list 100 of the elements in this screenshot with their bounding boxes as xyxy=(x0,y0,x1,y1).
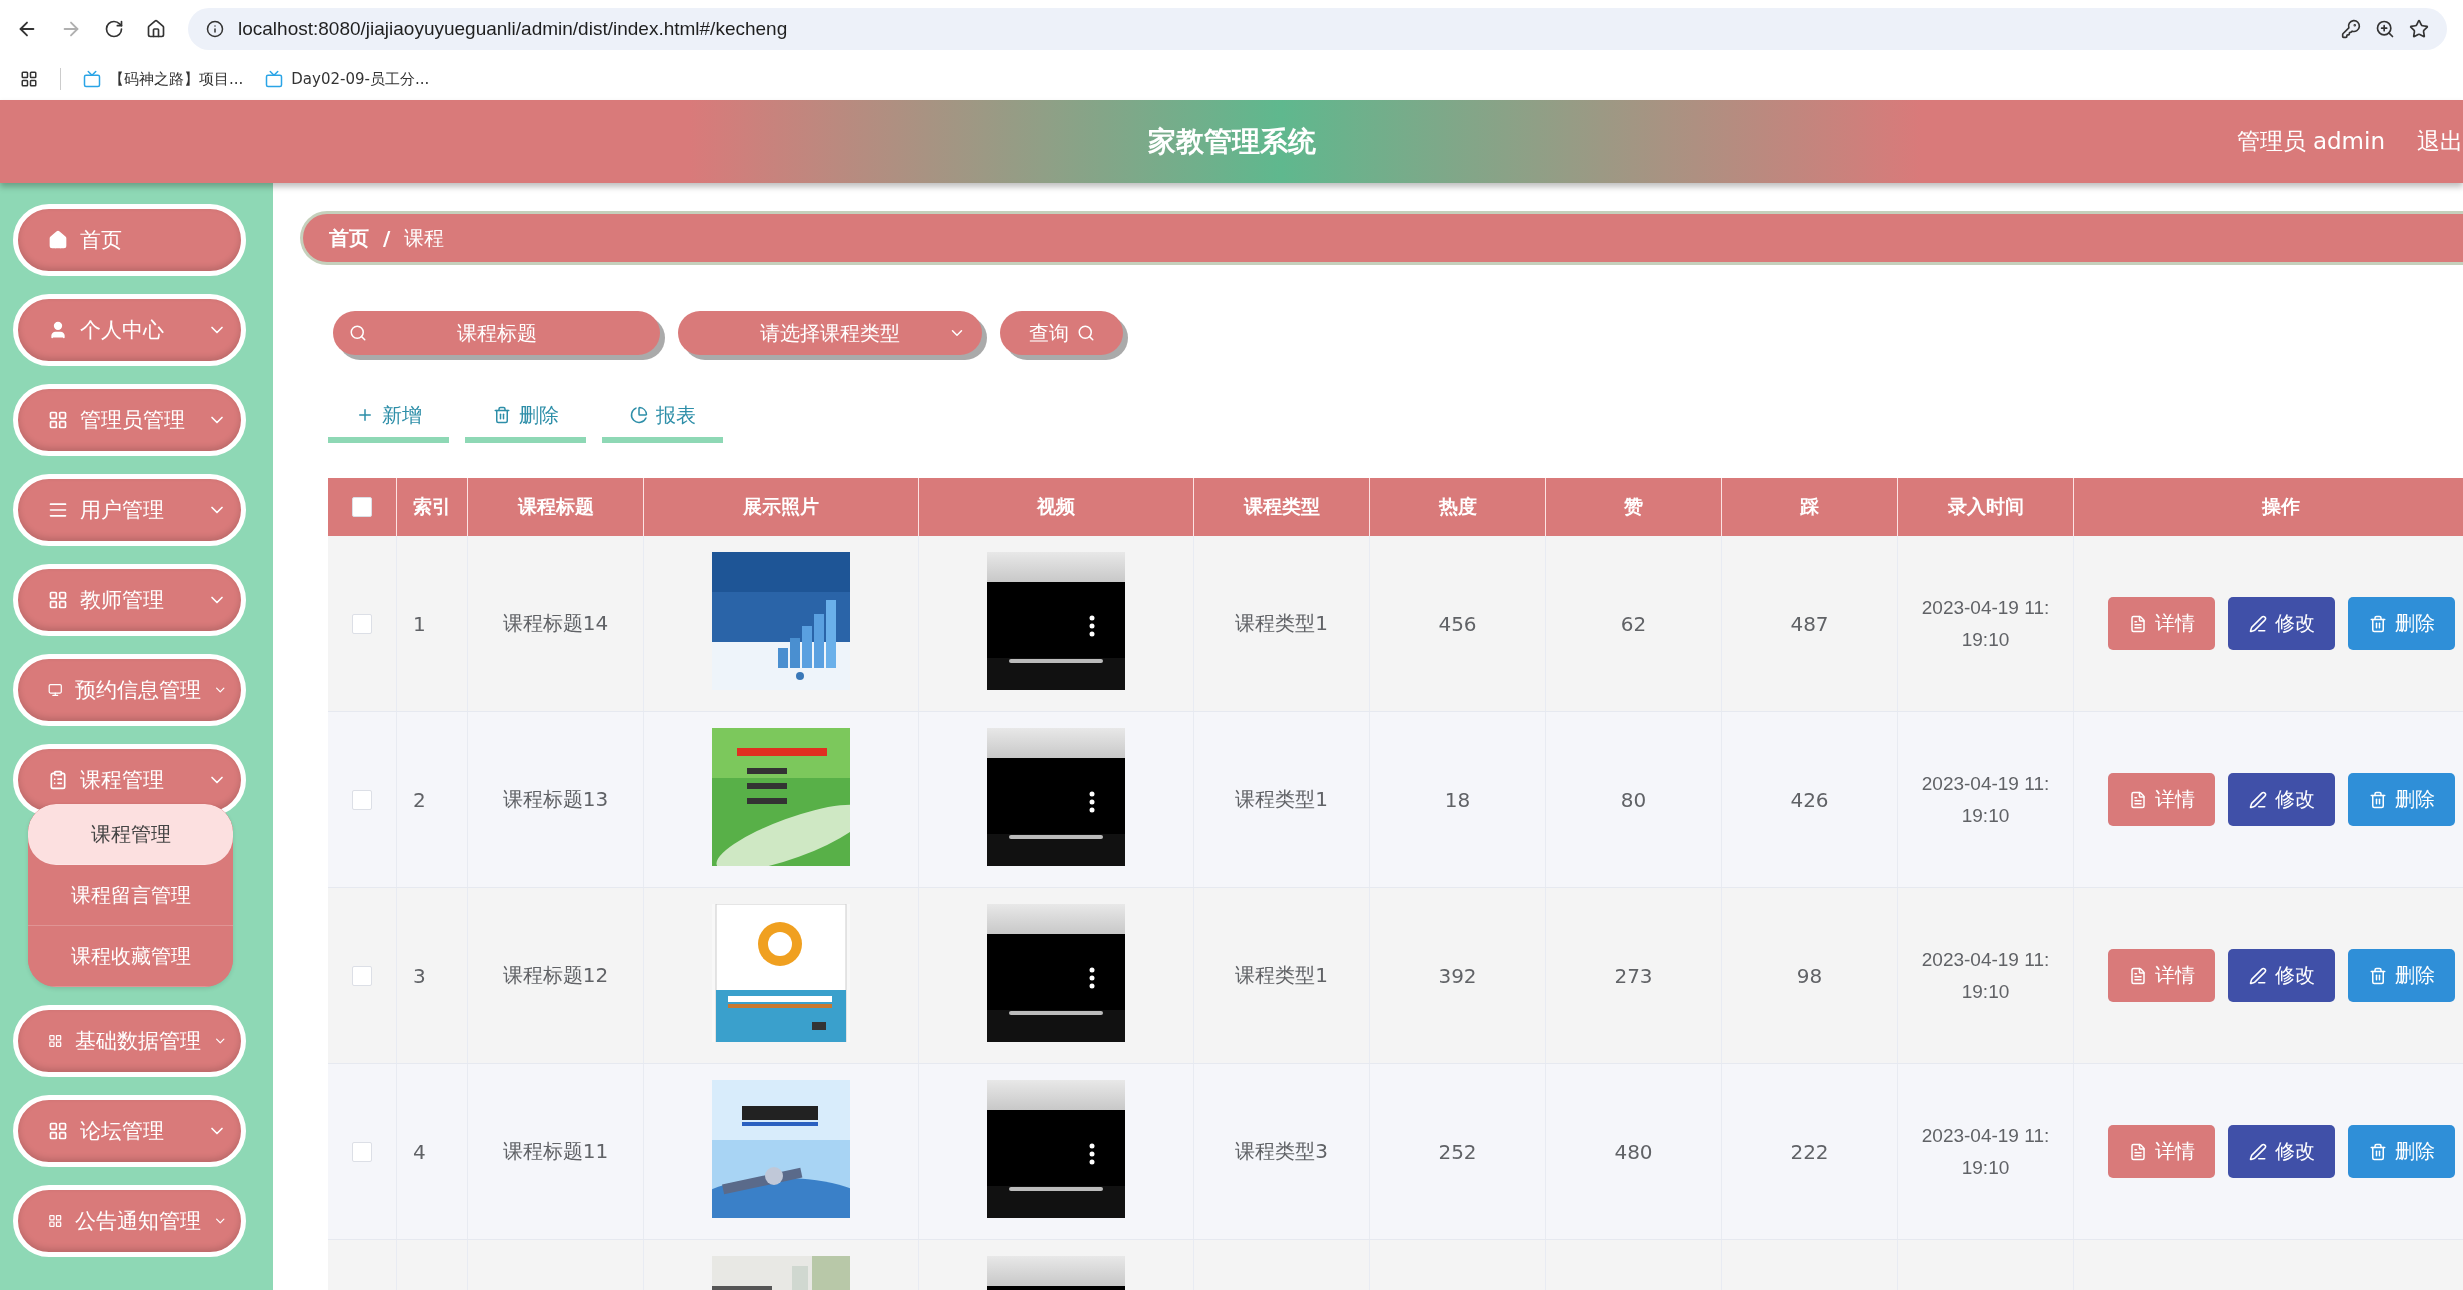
pie-chart-icon xyxy=(629,406,648,424)
sidebar-item[interactable]: 公告通知管理 xyxy=(13,1185,246,1257)
details-button[interactable]: 详情 xyxy=(2108,1125,2215,1178)
table-cell: 252 xyxy=(1438,1139,1477,1164)
edit-button[interactable]: 修改 xyxy=(2228,949,2335,1002)
user-icon xyxy=(48,320,68,340)
grid-icon xyxy=(48,410,68,430)
video-player-drawing[interactable] xyxy=(987,904,1125,1042)
sidebar-item[interactable]: 用户管理 xyxy=(13,474,246,546)
trash-icon xyxy=(492,406,511,424)
type-select[interactable]: 请选择课程类型 xyxy=(678,311,982,355)
column-header: 操作 xyxy=(2261,494,2300,519)
pencil-icon xyxy=(2248,1142,2267,1161)
table-cell-text: 2023-04-19 11:19:10 xyxy=(1920,947,2051,1004)
pencil-icon xyxy=(2248,966,2267,985)
row-checkbox[interactable] xyxy=(352,789,372,810)
table-cell: 62 xyxy=(1620,611,1647,636)
app-title: 家教管理系统 xyxy=(1147,123,1316,160)
document-icon xyxy=(2128,790,2147,809)
sidebar-item[interactable]: 预约信息管理 xyxy=(13,654,246,726)
trash-icon xyxy=(2368,790,2387,809)
address-bar[interactable]: localhost:8080/jiajiaoyuyueguanli/admin/dist/index.html#/kecheng xyxy=(188,8,2447,50)
breadcrumb-item: 课程 xyxy=(404,224,445,252)
edit-button[interactable]: 修改 xyxy=(2228,597,2335,650)
user-label: 管理员 admin xyxy=(2236,127,2385,156)
breadcrumb-item[interactable]: 首页 xyxy=(329,224,369,252)
details-button[interactable]: 详情 xyxy=(2108,949,2215,1002)
info-icon xyxy=(206,20,224,38)
row-checkbox[interactable] xyxy=(352,965,372,986)
sidebar-item[interactable]: 个人中心 xyxy=(13,294,246,366)
table-cell: 426 xyxy=(1790,787,1829,812)
grid-icon xyxy=(48,1121,68,1141)
submenu-item[interactable]: 课程收藏管理 xyxy=(28,926,233,987)
video-player-drawing[interactable] xyxy=(987,728,1125,866)
video-player-drawing[interactable] xyxy=(987,1080,1125,1218)
search-field[interactable]: 课程标题 xyxy=(333,311,660,355)
zoom-icon[interactable] xyxy=(2375,19,2395,39)
sidebar-item[interactable]: 教师管理 xyxy=(13,564,246,636)
table-cell-text: 2023-04-19 11:19:10 xyxy=(1920,595,2051,652)
delete-button[interactable]: 删除 xyxy=(2348,949,2455,1002)
column-header: 录入时间 xyxy=(1947,494,2024,519)
table-cell: 课程类型1 xyxy=(1235,786,1328,813)
table-cell: 222 xyxy=(1790,1139,1829,1164)
video-player-drawing[interactable] xyxy=(987,552,1125,690)
table-cell-text: 2023-04-19 11:19:10 xyxy=(1920,1123,2051,1180)
row-checkbox[interactable] xyxy=(352,1141,372,1162)
column-header: 课程标题 xyxy=(517,494,594,519)
table-cell: 487 xyxy=(1790,611,1829,636)
table-cell: 课程标题14 xyxy=(502,610,609,637)
apps-icon[interactable] xyxy=(20,70,38,88)
column-header: 赞 xyxy=(1624,494,1643,519)
table-cell: 392 xyxy=(1438,963,1477,988)
trash-icon xyxy=(2368,966,2387,985)
submenu-item[interactable]: 课程留言管理 xyxy=(28,865,233,926)
delete-button[interactable]: 删除 xyxy=(2348,1125,2455,1178)
home-icon[interactable] xyxy=(146,19,166,39)
table-cell: 课程类型3 xyxy=(1235,1138,1328,1165)
table-cell: 1 xyxy=(413,611,426,636)
pencil-icon xyxy=(2248,614,2267,633)
table-cell: 273 xyxy=(1614,963,1653,988)
table-cell: 2 xyxy=(413,787,426,812)
pencil-icon xyxy=(2248,790,2267,809)
table-cell: 18 xyxy=(1444,787,1471,812)
document-icon xyxy=(2128,614,2147,633)
details-button[interactable]: 详情 xyxy=(2108,773,2215,826)
star-icon[interactable] xyxy=(2409,19,2429,39)
table-cell: 3 xyxy=(413,963,426,988)
sidebar-item[interactable]: 论坛管理 xyxy=(13,1095,246,1167)
sidebar-item[interactable]: 首页 xyxy=(13,204,246,276)
edit-button[interactable]: 修改 xyxy=(2228,1125,2335,1178)
sidebar-item[interactable]: 基础数据管理 xyxy=(13,1005,246,1077)
submenu-item[interactable]: 课程管理 xyxy=(28,804,233,865)
row-checkbox[interactable] xyxy=(352,613,372,634)
sidebar-item[interactable]: 管理员管理 xyxy=(13,384,246,456)
search-icon xyxy=(349,324,367,342)
tv-icon xyxy=(265,70,284,88)
list-icon xyxy=(48,500,68,520)
logout-link[interactable]: 退出 xyxy=(2417,126,2463,157)
table-cell: 课程标题11 xyxy=(502,1138,609,1165)
table-cell: 480 xyxy=(1614,1139,1653,1164)
search-icon xyxy=(1076,324,1095,342)
table-cell-text: 2023-04-19 11:19:10 xyxy=(1920,771,2051,828)
column-header: 索引 xyxy=(413,494,451,519)
key-icon[interactable] xyxy=(2341,19,2361,39)
select-all-checkbox[interactable] xyxy=(352,497,372,517)
grid-icon xyxy=(48,590,68,610)
home-icon xyxy=(48,230,68,250)
delete-button[interactable]: 删除 xyxy=(2348,773,2455,826)
delete-button[interactable]: 删除 xyxy=(2348,597,2455,650)
column-header: 展示照片 xyxy=(743,494,819,519)
table-cell: 课程标题13 xyxy=(502,786,609,813)
table-cell: 4 xyxy=(413,1139,426,1164)
clipboard-icon xyxy=(48,770,68,790)
bookmark[interactable]: Day02-09-员工分... xyxy=(265,69,430,89)
details-button[interactable]: 详情 xyxy=(2108,597,2215,650)
edit-button[interactable]: 修改 xyxy=(2228,773,2335,826)
bookmark[interactable]: 【码神之路】项目... xyxy=(83,69,244,89)
trash-icon xyxy=(2368,614,2387,633)
reload-icon[interactable] xyxy=(104,19,124,39)
breadcrumb-separator: / xyxy=(383,226,391,250)
